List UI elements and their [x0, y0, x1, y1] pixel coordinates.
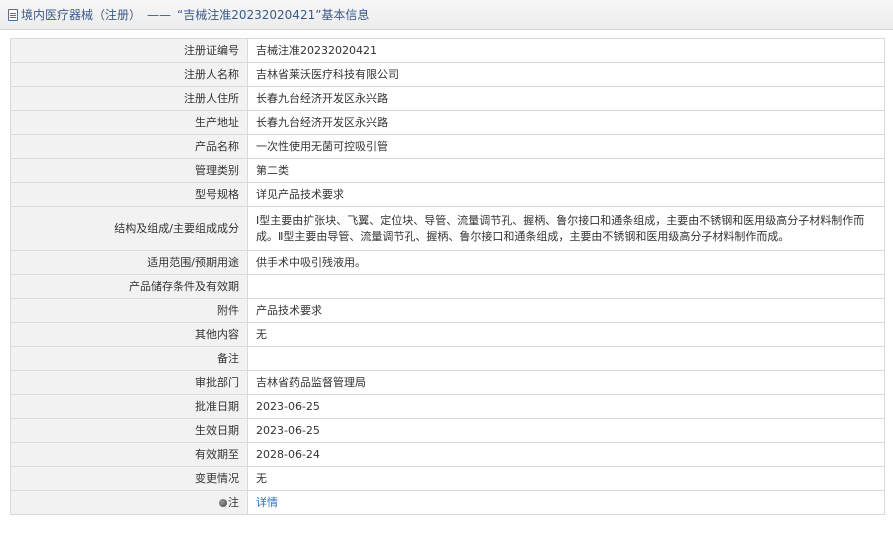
table-row: 适用范围/预期用途 供手术中吸引残液用。 — [10, 250, 885, 275]
page: 境内医疗器械（注册） —— “吉械注准20232020421”基本信息 注册证编… — [0, 0, 893, 543]
table-row: 结构及组成/主要组成成分 Ⅰ型主要由扩张块、飞翼、定位块、导管、流量调节孔、握柄… — [10, 206, 885, 251]
table-row: 产品储存条件及有效期 — [10, 274, 885, 299]
table-row: 审批部门 吉林省药品监督管理局 — [10, 370, 885, 395]
row-label: 批准日期 — [10, 394, 248, 419]
row-value — [247, 346, 885, 371]
row-label: 适用范围/预期用途 — [10, 250, 248, 275]
row-value: 吉械注准20232020421 — [247, 38, 885, 63]
row-label: 型号规格 — [10, 182, 248, 207]
table-row: 生效日期 2023-06-25 — [10, 418, 885, 443]
row-label: 注册证编号 — [10, 38, 248, 63]
document-icon — [8, 8, 18, 21]
row-label: 生效日期 — [10, 418, 248, 443]
table-row: 生产地址 长春九台经济开发区永兴路 — [10, 110, 885, 135]
row-label: 产品名称 — [10, 134, 248, 159]
table-row: 备注 — [10, 346, 885, 371]
note-label-cell: 注 — [10, 490, 248, 515]
row-label: 其他内容 — [10, 322, 248, 347]
row-label: 审批部门 — [10, 370, 248, 395]
table-row: 批准日期 2023-06-25 — [10, 394, 885, 419]
row-label: 产品储存条件及有效期 — [10, 274, 248, 299]
breadcrumb-category: 境内医疗器械（注册） — [21, 8, 142, 22]
table-row: 管理类别 第二类 — [10, 158, 885, 183]
row-value: 2023-06-25 — [247, 394, 885, 419]
bullet-icon — [219, 498, 227, 507]
row-label: 附件 — [10, 298, 248, 323]
table-row: 注册人名称 吉林省莱沃医疗科技有限公司 — [10, 62, 885, 87]
note-label: 注 — [228, 495, 239, 509]
table-row: 附件 产品技术要求 — [10, 298, 885, 323]
table-row: 注册人住所 长春九台经济开发区永兴路 — [10, 86, 885, 111]
row-value: 详见产品技术要求 — [247, 182, 885, 207]
row-value: 无 — [247, 322, 885, 347]
row-label: 有效期至 — [10, 442, 248, 467]
row-value — [247, 274, 885, 299]
table-row: 有效期至 2028-06-24 — [10, 442, 885, 467]
row-value: 长春九台经济开发区永兴路 — [247, 110, 885, 135]
row-value: 第二类 — [247, 158, 885, 183]
note-row: 注 详情 — [10, 490, 885, 515]
table-row: 产品名称 一次性使用无菌可控吸引管 — [10, 134, 885, 159]
row-value: 产品技术要求 — [247, 298, 885, 323]
row-label: 管理类别 — [10, 158, 248, 183]
row-label: 变更情况 — [10, 466, 248, 491]
table-row: 型号规格 详见产品技术要求 — [10, 182, 885, 207]
table-row: 注册证编号 吉械注准20232020421 — [10, 38, 885, 63]
table-row: 变更情况 无 — [10, 466, 885, 491]
info-table: 注册证编号 吉械注准20232020421 注册人名称 吉林省莱沃医疗科技有限公… — [10, 38, 885, 515]
table-row: 其他内容 无 — [10, 322, 885, 347]
row-value: 吉林省莱沃医疗科技有限公司 — [247, 62, 885, 87]
row-value: 一次性使用无菌可控吸引管 — [247, 134, 885, 159]
page-title: “吉械注准20232020421”基本信息 — [177, 8, 370, 22]
row-value: 吉林省药品监督管理局 — [247, 370, 885, 395]
row-value: 长春九台经济开发区永兴路 — [247, 86, 885, 111]
title-bar: 境内医疗器械（注册） —— “吉械注准20232020421”基本信息 — [0, 0, 893, 30]
row-value: 2028-06-24 — [247, 442, 885, 467]
row-label: 备注 — [10, 346, 248, 371]
breadcrumb-separator: —— — [147, 7, 172, 22]
row-label: 注册人住所 — [10, 86, 248, 111]
detail-link[interactable]: 详情 — [256, 496, 278, 509]
row-value: Ⅰ型主要由扩张块、飞翼、定位块、导管、流量调节孔、握柄、鲁尔接口和通条组成，主要… — [247, 206, 885, 251]
row-value: 2023-06-25 — [247, 418, 885, 443]
row-value: 无 — [247, 466, 885, 491]
note-value-cell: 详情 — [247, 490, 885, 515]
row-value: 供手术中吸引残液用。 — [247, 250, 885, 275]
row-label: 生产地址 — [10, 110, 248, 135]
row-label: 结构及组成/主要组成成分 — [10, 206, 248, 251]
row-label: 注册人名称 — [10, 62, 248, 87]
